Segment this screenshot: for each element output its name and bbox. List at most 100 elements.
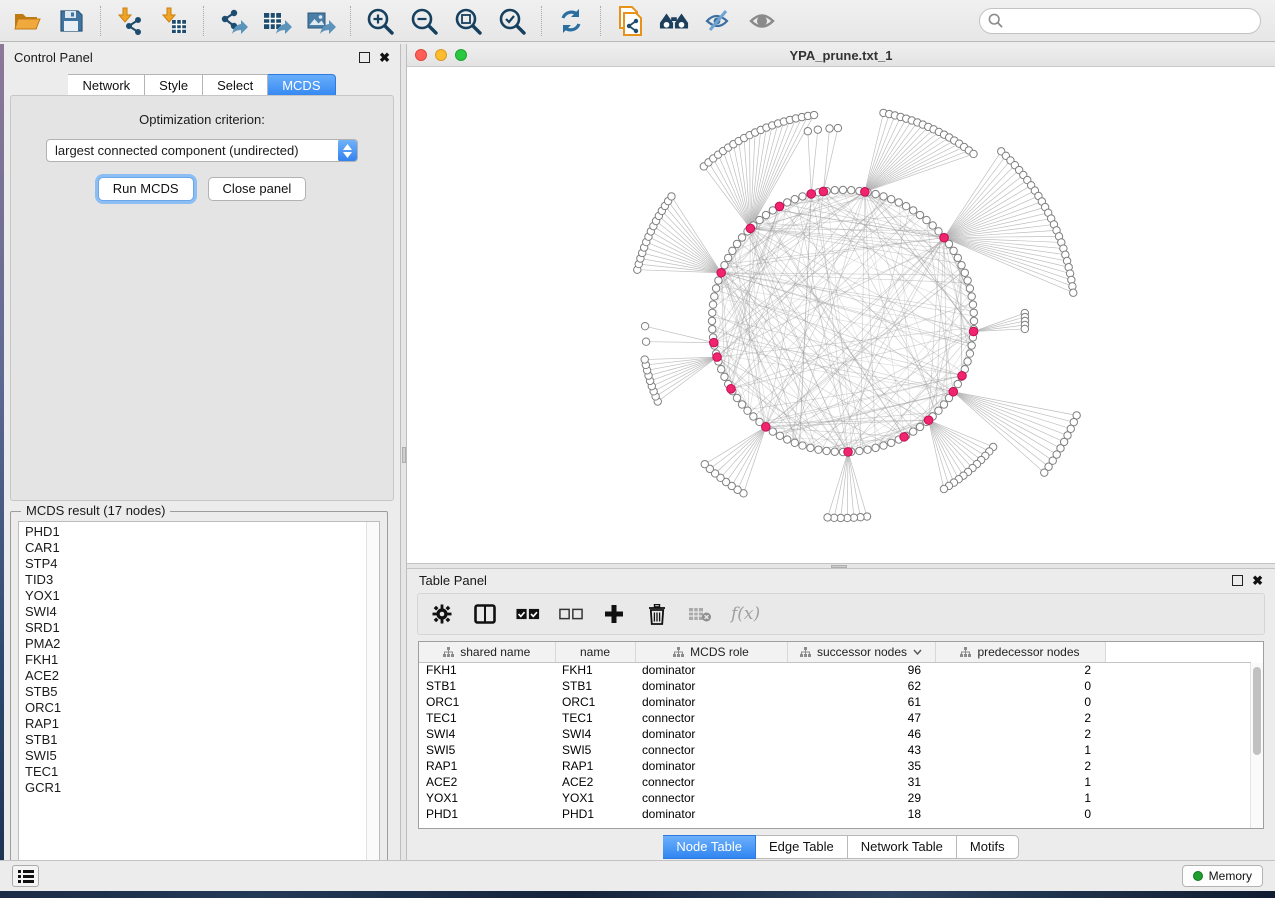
hierarchy-icon — [960, 647, 971, 657]
float-panel-icon[interactable] — [359, 52, 370, 63]
network-window-titlebar[interactable]: YPA_prune.txt_1 — [407, 44, 1275, 67]
table-scrollbar-thumb[interactable] — [1253, 667, 1261, 755]
mcds-result-node[interactable]: PHD1 — [25, 524, 373, 540]
table-panel-tabs: Node Table Edge Table Network Table Moti… — [407, 835, 1275, 859]
table-scrollbar[interactable] — [1250, 663, 1263, 828]
cytoscape-window: Control Panel ✖ Network Style Select MCD… — [0, 0, 1275, 898]
export-image-icon[interactable] — [306, 6, 336, 36]
table-row[interactable]: PHD1 PHD1 dominator 18 0 — [419, 806, 1251, 822]
mcds-result-node[interactable]: SWI5 — [25, 748, 373, 764]
zoom-in-icon[interactable] — [365, 6, 395, 36]
table-row[interactable]: TEC1 TEC1 connector 47 2 — [419, 710, 1251, 726]
mcds-result-title: MCDS result (17 nodes) — [21, 503, 170, 518]
window-zoom-icon[interactable] — [455, 49, 467, 61]
table-panel-tab[interactable]: Motifs — [957, 835, 1019, 859]
open-file-icon[interactable] — [12, 6, 42, 36]
mcds-result-node[interactable]: ORC1 — [25, 700, 373, 716]
mcds-result-node[interactable]: FKH1 — [25, 652, 373, 668]
save-session-icon[interactable] — [56, 6, 86, 36]
panel-menu-icon[interactable] — [12, 865, 39, 887]
search-box[interactable] — [979, 8, 1261, 34]
mcds-result-node[interactable]: SWI4 — [25, 604, 373, 620]
float-panel-icon[interactable] — [1232, 575, 1243, 586]
function-builder-icon: f(x) — [731, 604, 760, 624]
window-minimize-icon[interactable] — [435, 49, 447, 61]
table-panel-title: Table Panel — [419, 573, 487, 588]
select-all-columns-icon[interactable] — [516, 602, 540, 626]
network-view-window: YPA_prune.txt_1 — [407, 44, 1275, 563]
table-row[interactable]: SWI5 SWI5 connector 43 1 — [419, 742, 1251, 758]
hide-selected-icon[interactable] — [703, 6, 733, 36]
splitter-grip[interactable] — [402, 447, 406, 463]
window-close-icon[interactable] — [415, 49, 427, 61]
mcds-result-node[interactable]: STP4 — [25, 556, 373, 572]
column-header-mcds-role[interactable]: MCDS role — [635, 642, 787, 662]
table-panel-tab[interactable]: Network Table — [848, 835, 957, 859]
table-row[interactable]: FKH1 FKH1 dominator 96 2 — [419, 662, 1251, 678]
mcds-result-node[interactable]: YOX1 — [25, 588, 373, 604]
column-header-successor-nodes[interactable]: successor nodes — [787, 642, 935, 662]
create-column-icon[interactable] — [602, 602, 626, 626]
column-header-predecessor-nodes[interactable]: predecessor nodes — [935, 642, 1105, 662]
node-table: shared name name MCDS role successor nod… — [418, 641, 1264, 829]
first-neighbors-icon[interactable] — [659, 6, 689, 36]
mcds-result-node[interactable]: SRD1 — [25, 620, 373, 636]
export-table-icon[interactable] — [262, 6, 292, 36]
mcds-result-list[interactable]: PHD1 CAR1 STP4 TID3 YOX1 SWI4 SRD1 PMA2 — [18, 521, 380, 871]
table-row[interactable]: ORC1 ORC1 dominator 61 0 — [419, 694, 1251, 710]
hierarchy-icon — [443, 647, 454, 657]
zoom-fit-icon[interactable] — [453, 6, 483, 36]
memory-status-icon — [1193, 871, 1203, 881]
memory-label: Memory — [1209, 869, 1252, 883]
close-panel-icon[interactable]: ✖ — [1252, 575, 1263, 586]
mcds-result-node[interactable]: PMA2 — [25, 636, 373, 652]
table-panel-tab[interactable]: Node Table — [663, 835, 756, 859]
optimization-criterion-select[interactable]: largest connected component (undirected) — [46, 139, 358, 162]
splitter-grip[interactable] — [831, 565, 847, 568]
search-icon — [988, 13, 1003, 28]
mcds-result-node[interactable]: GCR1 — [25, 780, 373, 796]
mcds-list-scrollbar[interactable] — [366, 522, 379, 870]
table-settings-gear-icon[interactable] — [430, 602, 454, 626]
show-all-icon[interactable] — [747, 6, 777, 36]
mcds-result-node[interactable]: STB1 — [25, 732, 373, 748]
export-network-icon[interactable] — [218, 6, 248, 36]
refresh-icon[interactable] — [556, 6, 586, 36]
column-header-shared-name[interactable]: shared name — [419, 642, 555, 662]
run-mcds-button[interactable]: Run MCDS — [98, 177, 194, 201]
control-panel: Control Panel ✖ Network Style Select MCD… — [4, 44, 400, 860]
import-network-icon[interactable] — [115, 6, 145, 36]
table-panel-tab[interactable]: Edge Table — [756, 835, 848, 859]
table-row[interactable]: RAP1 RAP1 dominator 35 2 — [419, 758, 1251, 774]
hierarchy-icon — [800, 647, 811, 657]
search-input[interactable] — [1003, 13, 1252, 28]
delete-column-trash-icon[interactable] — [645, 602, 669, 626]
status-bar: Memory — [0, 860, 1275, 891]
table-header-row: shared name name MCDS role successor nod… — [419, 642, 1251, 662]
mcds-result-node[interactable]: TID3 — [25, 572, 373, 588]
select-stepper-icon — [338, 139, 357, 162]
table-row[interactable]: YOX1 YOX1 connector 29 1 — [419, 790, 1251, 806]
show-column-panel-icon[interactable] — [473, 602, 497, 626]
unselect-all-columns-icon[interactable] — [559, 602, 583, 626]
table-toolbar: f(x) — [417, 593, 1265, 635]
memory-button[interactable]: Memory — [1182, 865, 1263, 887]
vertical-splitter[interactable] — [400, 44, 407, 860]
mcds-result-node[interactable]: ACE2 — [25, 668, 373, 684]
selected-criterion: largest connected component (undirected) — [47, 143, 338, 158]
table-row[interactable]: SWI4 SWI4 dominator 46 2 — [419, 726, 1251, 742]
column-header-name[interactable]: name — [555, 642, 635, 662]
zoom-selected-icon[interactable] — [497, 6, 527, 36]
network-canvas[interactable] — [407, 67, 1275, 563]
mcds-result-node[interactable]: STB5 — [25, 684, 373, 700]
mcds-result-node[interactable]: RAP1 — [25, 716, 373, 732]
import-table-icon[interactable] — [159, 6, 189, 36]
zoom-out-icon[interactable] — [409, 6, 439, 36]
close-panel-button[interactable]: Close panel — [208, 177, 307, 201]
new-network-from-selection-icon[interactable] — [615, 6, 645, 36]
table-row[interactable]: ACE2 ACE2 connector 31 1 — [419, 774, 1251, 790]
mcds-result-node[interactable]: TEC1 — [25, 764, 373, 780]
close-panel-icon[interactable]: ✖ — [379, 52, 390, 63]
mcds-result-node[interactable]: CAR1 — [25, 540, 373, 556]
table-row[interactable]: STB1 STB1 dominator 62 0 — [419, 678, 1251, 694]
